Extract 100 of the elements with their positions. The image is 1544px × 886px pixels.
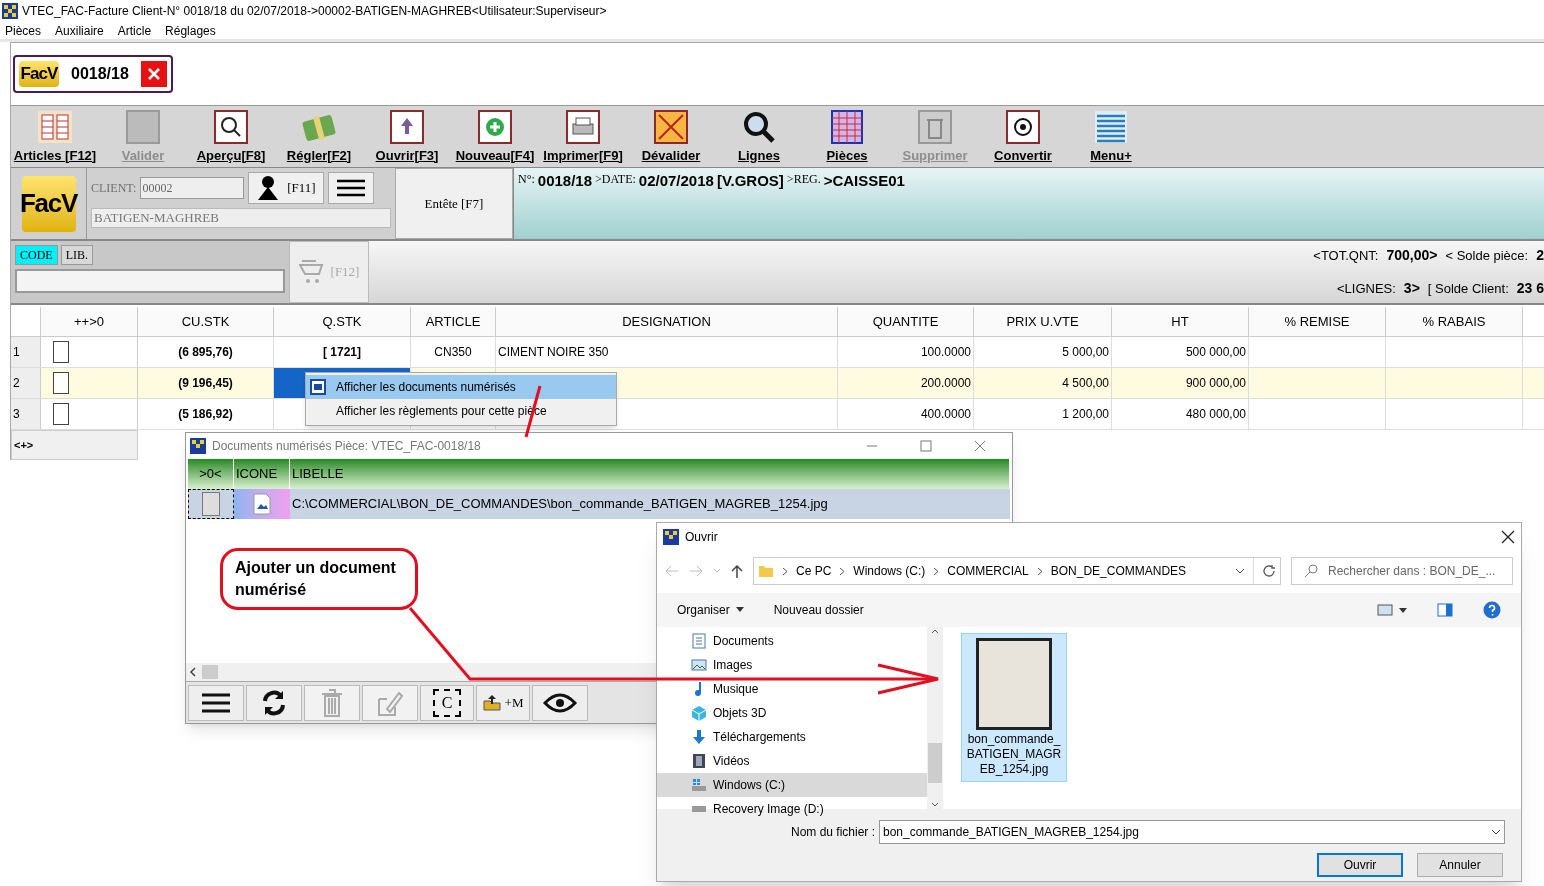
scrollbar-track[interactable]	[927, 627, 943, 810]
convert-icon	[1005, 109, 1041, 144]
row-checkbox[interactable]	[53, 341, 69, 363]
row-checkbox[interactable]	[53, 372, 69, 394]
nav-item[interactable]: Vidéos	[657, 749, 927, 774]
row-checkbox[interactable]	[202, 492, 220, 516]
breadcrumb-item[interactable]: BON_DE_COMMANDES	[1050, 562, 1187, 581]
refresh-icon	[260, 688, 288, 717]
breadcrumb-item[interactable]: Ce PC	[796, 562, 832, 581]
column-header[interactable]: QUANTITE	[838, 307, 974, 336]
search-mode-tab[interactable]: CODE	[15, 245, 58, 265]
table-cell: 480 000,00	[1112, 399, 1249, 429]
eye-button[interactable]	[532, 684, 588, 721]
table-cell: (5 186,92)	[138, 399, 274, 429]
new-folder-button[interactable]: Nouveau dossier	[773, 600, 864, 619]
nav-item[interactable]: Musique	[657, 677, 927, 702]
search-icon	[741, 109, 777, 144]
scrollbar-thumb[interactable]	[928, 743, 942, 784]
total-label: <TOT.QNT:	[1313, 247, 1379, 265]
toolbar-button[interactable]: Convertir	[979, 106, 1067, 167]
document-icon	[691, 633, 707, 650]
column-header[interactable]: % REMISE	[1249, 307, 1386, 336]
menu-button[interactable]	[188, 684, 244, 721]
search-field[interactable]	[15, 269, 285, 293]
client-name-field[interactable]: BATIGEN-MAGHREB	[91, 208, 391, 228]
scrollbar-thumb[interactable]	[202, 665, 218, 679]
help-icon[interactable]	[1483, 600, 1501, 619]
nav-item[interactable]: Objets 3D	[657, 701, 927, 726]
organize-button[interactable]: Organiser	[677, 600, 744, 619]
menu-item[interactable]: Réglages	[165, 21, 216, 40]
column-header[interactable]: CU.STK	[138, 307, 274, 336]
menu-item[interactable]: Pièces	[5, 21, 42, 40]
column-header[interactable]: HT	[1112, 307, 1249, 336]
total-label: <LIGNES:	[1336, 280, 1396, 298]
context-menu-item[interactable]: Afficher les documents numérisés	[306, 375, 616, 399]
breadcrumb-item[interactable]: COMMERCIAL	[947, 562, 1029, 581]
table-cell: 4 500,00	[974, 368, 1112, 398]
dialog-button[interactable]: Ouvrir	[1317, 852, 1403, 877]
refresh-button[interactable]	[246, 684, 302, 721]
toolbar-button[interactable]: Pièces	[803, 106, 891, 167]
toolbar-button[interactable]: Articles [F12]	[11, 106, 99, 167]
preview-pane-icon[interactable]	[1437, 602, 1453, 617]
chevron-down-icon[interactable]	[1491, 828, 1501, 835]
toolbar-button[interactable]: Ouvrir[F3]	[363, 106, 451, 167]
address-bar[interactable]: Ce PC Windows (C:) COMMERCIAL BON_DE_COMMANDES	[753, 557, 1281, 586]
client-lookup-button[interactable]: [F11]	[248, 172, 325, 204]
toolbar-button[interactable]: Nouveau[F4]	[451, 106, 539, 167]
add-document-button[interactable]: +M	[476, 684, 530, 721]
nav-item[interactable]: Windows (C:)	[657, 773, 927, 798]
up-arrow-icon[interactable]	[731, 564, 743, 579]
maximize-icon[interactable]	[920, 440, 932, 452]
capture-button[interactable]: C	[420, 684, 474, 721]
refresh-icon[interactable]	[1262, 564, 1276, 579]
search-field[interactable]: Rechercher dans : BON_DE_...	[1291, 557, 1513, 586]
table-row[interactable]: 1 (6 895,76) [ 1721] CN350 CIMENT NOIRE 350 100.0000 5 000,00 500 000,00	[11, 337, 1544, 368]
scroll-up-icon[interactable]	[931, 629, 939, 635]
column-header[interactable]: DESIGNATION	[496, 307, 838, 336]
column-header[interactable]: ++>0	[41, 307, 138, 336]
column-header[interactable]: Q.STK	[274, 307, 411, 336]
filename-field[interactable]: bon_commande_BATIGEN_MAGREB_1254.jpg	[879, 819, 1505, 844]
scroll-left-icon[interactable]	[188, 667, 198, 677]
close-icon[interactable]	[1501, 529, 1515, 544]
add-row-button[interactable]: <+>	[11, 430, 138, 460]
document-path: C:\COMMERCIAL\BON_DE_COMMANDES\bon_commande_BATIGEN_MAGREB_1254.jpg	[292, 495, 828, 514]
header-button[interactable]: Entête [F7]	[395, 168, 513, 239]
view-options-icon[interactable]	[1377, 603, 1407, 616]
caret-icon	[735, 607, 744, 613]
client-code-field[interactable]: 00002	[140, 177, 245, 199]
toolbar-button[interactable]: Imprimer[F9]	[539, 106, 627, 167]
square-icon	[125, 109, 161, 144]
app-logo-icon	[663, 528, 679, 545]
menu-item[interactable]: Auxiliaire	[55, 21, 104, 40]
toolbar-button[interactable]: Régler[F2]	[275, 106, 363, 167]
column-header[interactable]: % RABAIS	[1386, 307, 1523, 336]
file-tile[interactable]: bon_commande_BATIGEN_MAGREB_1254.jpg	[961, 633, 1067, 783]
toolbar-button[interactable]: Dévalider	[627, 106, 715, 167]
toolbar-button[interactable]: Aperçu[F8]	[187, 106, 275, 167]
breadcrumb-item[interactable]: Windows (C:)	[853, 562, 926, 581]
menu-item[interactable]: Article	[117, 21, 152, 40]
dialog-button[interactable]: Annuler	[1417, 852, 1503, 877]
search-mode-tab[interactable]: LIB.	[60, 245, 93, 265]
document-row[interactable]: C:\COMMERCIAL\BON_DE_COMMANDES\bon_commande_BATIGEN_MAGREB_1254.jpg	[188, 489, 1010, 519]
column-header[interactable]: ARTICLE	[411, 307, 496, 336]
nav-item[interactable]: Images	[657, 653, 927, 678]
menu-button[interactable]	[328, 172, 375, 204]
nav-item[interactable]: Recovery Image (D:)	[657, 797, 927, 822]
nav-item[interactable]: Téléchargements	[657, 725, 927, 750]
annotation-callout: Ajouter un document numérisé	[220, 548, 418, 610]
toolbar-button[interactable]: Menu+	[1067, 106, 1155, 167]
row-checkbox[interactable]	[53, 403, 69, 425]
table-cell: (6 895,76)	[138, 337, 274, 367]
nav-item[interactable]: Documents	[657, 629, 927, 654]
toolbar-button[interactable]: Lignes	[715, 106, 803, 167]
document-tab[interactable]: FacV 0018/18	[13, 55, 173, 93]
total-value: 3>	[1403, 279, 1420, 298]
scroll-down-icon[interactable]	[931, 802, 939, 808]
column-header[interactable]: PRIX U.VTE	[974, 307, 1112, 336]
chevron-down-icon[interactable]	[1235, 568, 1245, 575]
chevron-right-icon	[782, 566, 788, 576]
folder-upload-icon	[482, 694, 501, 711]
